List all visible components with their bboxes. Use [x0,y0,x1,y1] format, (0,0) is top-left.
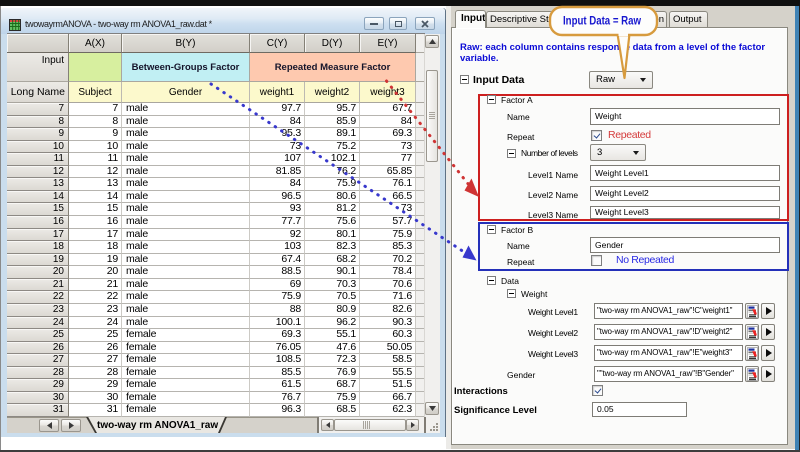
svg-text:Input Data = Raw: Input Data = Raw [563,14,642,28]
